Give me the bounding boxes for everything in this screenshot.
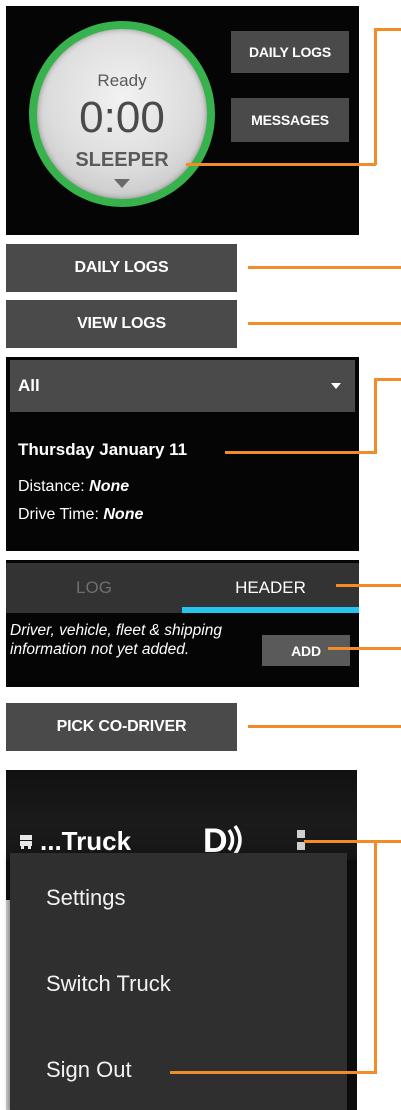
daily-logs-button[interactable]: DAILY LOGS bbox=[231, 31, 349, 73]
distance-row: Distance: None bbox=[18, 478, 129, 496]
truck-icon bbox=[19, 834, 33, 850]
callout-line bbox=[374, 28, 401, 31]
log-filter-value: All bbox=[18, 376, 40, 395]
callout-line bbox=[374, 840, 377, 1074]
drive-time-value: None bbox=[103, 506, 144, 523]
callout-line bbox=[170, 1071, 376, 1074]
callout-line bbox=[248, 322, 401, 325]
menu-item-switch-truck[interactable]: Switch Truck bbox=[46, 971, 171, 997]
callout-line bbox=[374, 378, 401, 381]
callout-line bbox=[248, 266, 401, 269]
drive-time-label: Drive Time: bbox=[18, 506, 99, 523]
duty-status-dial[interactable]: Ready 0:00 SLEEPER bbox=[37, 29, 207, 199]
pick-co-driver-button[interactable]: PICK CO-DRIVER bbox=[6, 703, 237, 751]
add-header-button[interactable]: ADD bbox=[262, 635, 350, 666]
distance-value: None bbox=[89, 478, 130, 495]
callout-line bbox=[225, 451, 376, 454]
callout-line bbox=[186, 163, 376, 166]
chevron-down-icon bbox=[331, 383, 341, 389]
duty-status-label: SLEEPER bbox=[75, 149, 169, 171]
tab-header[interactable]: HEADER bbox=[182, 563, 359, 613]
active-tab-indicator bbox=[182, 607, 359, 613]
view-logs-button[interactable]: VIEW LOGS bbox=[6, 300, 237, 348]
status-panel: Ready 0:00 SLEEPER DAILY LOGS MESSAGES bbox=[6, 6, 359, 235]
daily-logs-wide-button[interactable]: DAILY LOGS bbox=[6, 244, 237, 292]
tab-log[interactable]: LOG bbox=[6, 563, 182, 613]
distance-label: Distance: bbox=[18, 478, 85, 495]
menu-item-sign-out[interactable]: Sign Out bbox=[46, 1057, 132, 1083]
callout-line bbox=[328, 647, 401, 650]
callout-line bbox=[304, 840, 401, 843]
callout-line bbox=[374, 378, 377, 454]
callout-line bbox=[336, 584, 401, 587]
caret-down-icon bbox=[114, 179, 130, 188]
header-missing-notice: Driver, vehicle, fleet & shipping inform… bbox=[10, 622, 222, 658]
messages-button[interactable]: MESSAGES bbox=[231, 98, 349, 142]
status-label: Ready bbox=[97, 71, 147, 90]
log-date-heading: Thursday January 11 bbox=[18, 440, 188, 459]
log-filter-select[interactable]: All bbox=[10, 360, 355, 412]
drive-time-row: Drive Time: None bbox=[18, 506, 143, 524]
callout-line bbox=[374, 28, 377, 165]
duty-timer: 0:00 bbox=[79, 93, 165, 142]
menu-item-settings[interactable]: Settings bbox=[46, 885, 126, 911]
callout-line bbox=[248, 725, 401, 728]
